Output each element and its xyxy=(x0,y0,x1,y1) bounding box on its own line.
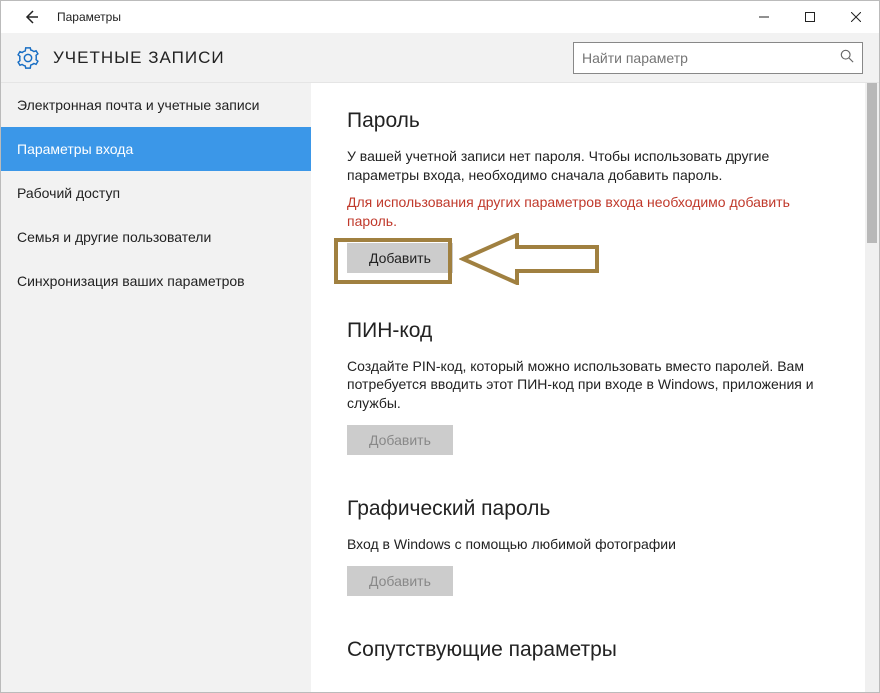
password-description: У вашей учетной записи нет пароля. Чтобы… xyxy=(347,147,817,185)
picture-password-add-button: Добавить xyxy=(347,566,453,596)
gear-icon xyxy=(17,47,39,69)
close-button[interactable] xyxy=(833,2,879,32)
sidebar: Электронная почта и учетные записи Парам… xyxy=(1,83,311,692)
sidebar-item-signin-options[interactable]: Параметры входа xyxy=(1,127,311,171)
picture-password-heading: Графический пароль xyxy=(347,497,839,521)
scrollbar-thumb[interactable] xyxy=(867,83,877,243)
scrollbar[interactable] xyxy=(865,83,879,692)
content-pane: Пароль У вашей учетной записи нет пароля… xyxy=(311,83,865,692)
header: УЧЕТНЫЕ ЗАПИСИ xyxy=(1,33,879,83)
related-heading: Сопутствующие параметры xyxy=(347,638,839,662)
pin-heading: ПИН-код xyxy=(347,319,839,343)
search-input[interactable] xyxy=(582,50,840,66)
sidebar-item-email-accounts[interactable]: Электронная почта и учетные записи xyxy=(1,83,311,127)
password-add-button[interactable]: Добавить xyxy=(347,243,453,273)
sidebar-item-work-access[interactable]: Рабочий доступ xyxy=(1,171,311,215)
search-box[interactable] xyxy=(573,42,863,74)
password-heading: Пароль xyxy=(347,109,839,133)
search-icon xyxy=(840,49,854,66)
sidebar-item-family-users[interactable]: Семья и другие пользователи xyxy=(1,215,311,259)
maximize-button[interactable] xyxy=(787,2,833,32)
password-warning: Для использования других параметров вход… xyxy=(347,193,817,231)
back-button[interactable] xyxy=(17,3,45,31)
picture-password-description: Вход в Windows с помощью любимой фотогра… xyxy=(347,535,817,554)
titlebar: Параметры xyxy=(1,1,879,33)
minimize-button[interactable] xyxy=(741,2,787,32)
section-title: УЧЕТНЫЕ ЗАПИСИ xyxy=(53,48,225,68)
sidebar-item-sync-settings[interactable]: Синхронизация ваших параметров xyxy=(1,259,311,303)
pin-description: Создайте PIN-код, который можно использо… xyxy=(347,357,817,414)
window-title: Параметры xyxy=(57,10,121,24)
pin-add-button: Добавить xyxy=(347,425,453,455)
